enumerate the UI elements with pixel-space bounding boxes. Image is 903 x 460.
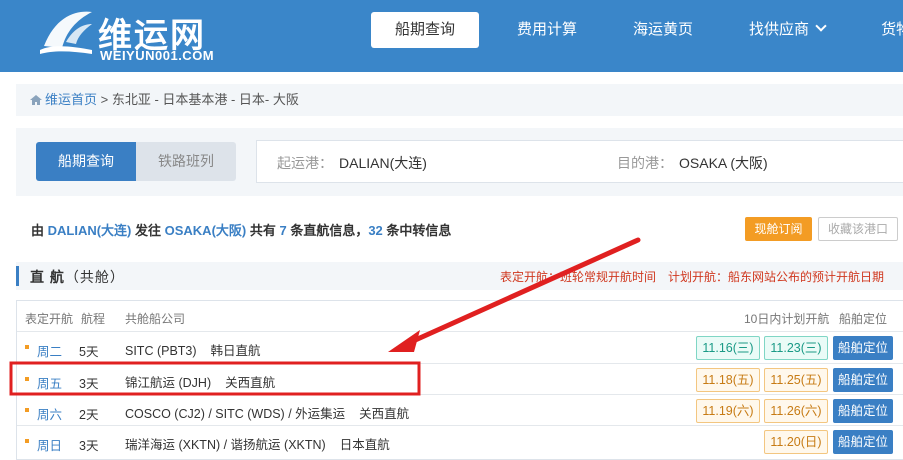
planned-date[interactable]: 11.20(日) [764, 430, 828, 454]
destination-value: OSAKA (大阪) [679, 155, 768, 171]
ship-locate-button[interactable]: 船舶定位 [833, 368, 893, 392]
section-title-sub: （共舱） [64, 269, 125, 285]
row-day[interactable]: 周六 [37, 404, 62, 423]
summary-text: 发往 [131, 223, 165, 238]
row-day[interactable]: 周五 [37, 373, 62, 392]
summary-text: 共有 [246, 223, 280, 238]
header-carrier: 共舱船公司 [125, 312, 186, 326]
nav-cost[interactable]: 费用计算 [499, 12, 595, 48]
bullet-icon [25, 377, 29, 381]
planned-date[interactable]: 11.16(三) [696, 336, 760, 360]
summary-text: 由 [31, 223, 48, 238]
header-scheduled: 表定开航 [25, 312, 74, 326]
chevron-down-icon [815, 20, 827, 32]
route-name: 关西直航 [359, 407, 410, 421]
logo-subtitle: WEIYUN001.COM [100, 48, 215, 63]
planned-date[interactable]: 11.18(五) [696, 368, 760, 392]
nav-suppliers-label: 找供应商 [749, 21, 810, 38]
nav-schedule[interactable]: 船期查询 [371, 12, 480, 48]
section-title-main: 直 航 [30, 269, 65, 285]
carrier-name: SITC (PBT3) [125, 344, 197, 358]
transfer-count: 32 [368, 223, 383, 238]
row-duration: 2天 [79, 408, 99, 422]
ship-locate-button[interactable]: 船舶定位 [833, 399, 893, 423]
planned-date[interactable]: 11.26(六) [764, 399, 828, 423]
table-row[interactable]: 周日 3天 瑞洋海运 (XKTN) / 谐扬航运 (XKTN) 日本直航 11.2… [17, 425, 903, 455]
bullet-icon [25, 408, 29, 412]
table-row[interactable]: 周二 5天 SITC (PBT3) 韩日直航 11.16(三) 11.23(三) … [17, 331, 903, 361]
origin-value: DALIAN(大连) [339, 155, 427, 171]
tab-rail-schedule[interactable]: 铁路班列 [136, 142, 236, 181]
route-name: 韩日直航 [210, 344, 261, 358]
planned-date[interactable]: 11.23(三) [764, 336, 828, 360]
route-name: 关西直航 [225, 376, 276, 390]
header-locate: 船舶定位 [839, 312, 888, 326]
search-box: 起运港： DALIAN(大连) 目的港： OSAKA (大阪) [256, 140, 903, 183]
row-carrier: 锦江航运 (DJH) 关西直航 [125, 372, 275, 391]
legend-scheduled: 表定开航：班轮常规开航时间 [500, 270, 657, 284]
bullet-icon [25, 345, 29, 349]
direct-section-header: 直 航（共舱） 表定开航：班轮常规开航时间 计划开航：船东网站公布的预计开航日期 [16, 262, 903, 290]
carrier-name: 锦江航运 (DJH) [125, 376, 212, 390]
row-carrier: COSCO (CJ2) / SITC (WDS) / 外运集运 关西直航 [125, 403, 409, 422]
direct-count: 7 [279, 223, 287, 238]
breadcrumb-home-link[interactable]: 维运首页 [45, 92, 97, 107]
header-duration: 航程 [81, 312, 106, 326]
destination-label: 目的港： [617, 155, 673, 171]
table-header: 表定开航 航程 共舱船公司 10日内计划开航 船舶定位 [17, 301, 903, 331]
table-row[interactable]: 周五 3天 锦江航运 (DJH) 关西直航 11.18(五) 11.25(五) 船… [17, 363, 903, 393]
ship-locate-button[interactable]: 船舶定位 [833, 430, 893, 454]
route-summary: 由 DALIAN(大连) 发往 OSAKA(大阪) 共有 7 条直航信息，32 … [31, 220, 451, 239]
origin-field[interactable]: 起运港： DALIAN(大连) [277, 153, 427, 173]
nav-suppliers[interactable]: 找供应商 [731, 12, 843, 48]
planned-date[interactable]: 11.25(五) [764, 368, 828, 392]
sailboat-logo-icon [40, 11, 92, 54]
header-planned: 10日内计划开航 [744, 312, 830, 326]
row-duration: 5天 [79, 345, 99, 359]
legend-planned: 计划开航：船东网站公布的预计开航日期 [668, 270, 885, 284]
logo[interactable]: 维运网 WEIYUN001.COM [36, 6, 236, 66]
subscribe-button[interactable]: 现舱订阅 [745, 217, 812, 241]
destination-field[interactable]: 目的港： OSAKA (大阪) [617, 153, 768, 173]
row-day[interactable]: 周二 [37, 341, 62, 360]
row-carrier: SITC (PBT3) 韩日直航 [125, 340, 261, 359]
section-accent-bar [16, 266, 19, 286]
nav-tracking[interactable]: 货物跟 [863, 12, 903, 48]
top-header: 维运网 WEIYUN001.COM 船期查询 费用计算 海运黄页 找供应商 货物… [0, 0, 903, 72]
row-carrier: 瑞洋海运 (XKTN) / 谐扬航运 (XKTN) 日本直航 [125, 434, 390, 453]
bullet-icon [25, 439, 29, 443]
table-row[interactable]: 周六 2天 COSCO (CJ2) / SITC (WDS) / 外运集运 关西直… [17, 394, 903, 424]
carrier-name: 瑞洋海运 (XKTN) / 谐扬航运 (XKTN) [125, 438, 326, 452]
schedule-table: 表定开航 航程 共舱船公司 10日内计划开航 船舶定位 周二 5天 SITC (… [16, 300, 903, 460]
summary-text: 条直航信息， [286, 223, 369, 238]
nav-yellow-pages[interactable]: 海运黄页 [615, 12, 711, 48]
tab-ship-schedule[interactable]: 船期查询 [36, 142, 136, 181]
summary-text: 条中转信息 [382, 223, 452, 238]
row-day[interactable]: 周日 [37, 435, 62, 454]
breadcrumb: 维运首页 > 东北亚 - 日本基本港 - 日本- 大阪 [16, 84, 903, 116]
summary-origin: DALIAN(大连) [47, 223, 132, 238]
row-duration: 3天 [79, 377, 99, 391]
summary-destination: OSAKA(大阪) [164, 223, 247, 238]
planned-date[interactable]: 11.19(六) [696, 399, 760, 423]
main-nav: 船期查询 费用计算 海运黄页 找供应商 货物跟 [371, 12, 903, 48]
favorite-port-button[interactable]: 收藏该港口 [818, 217, 898, 241]
section-title: 直 航（共舱） [30, 267, 125, 287]
route-name: 日本直航 [339, 438, 390, 452]
carrier-name: COSCO (CJ2) / SITC (WDS) / 外运集运 [125, 407, 346, 421]
search-panel: 船期查询 铁路班列 起运港： DALIAN(大连) 目的港： OSAKA (大阪) [16, 128, 903, 196]
home-icon [30, 95, 42, 105]
origin-label: 起运港： [277, 155, 333, 171]
breadcrumb-path: > 东北亚 - 日本基本港 - 日本- 大阪 [97, 92, 299, 107]
row-duration: 3天 [79, 439, 99, 453]
ship-locate-button[interactable]: 船舶定位 [833, 336, 893, 360]
